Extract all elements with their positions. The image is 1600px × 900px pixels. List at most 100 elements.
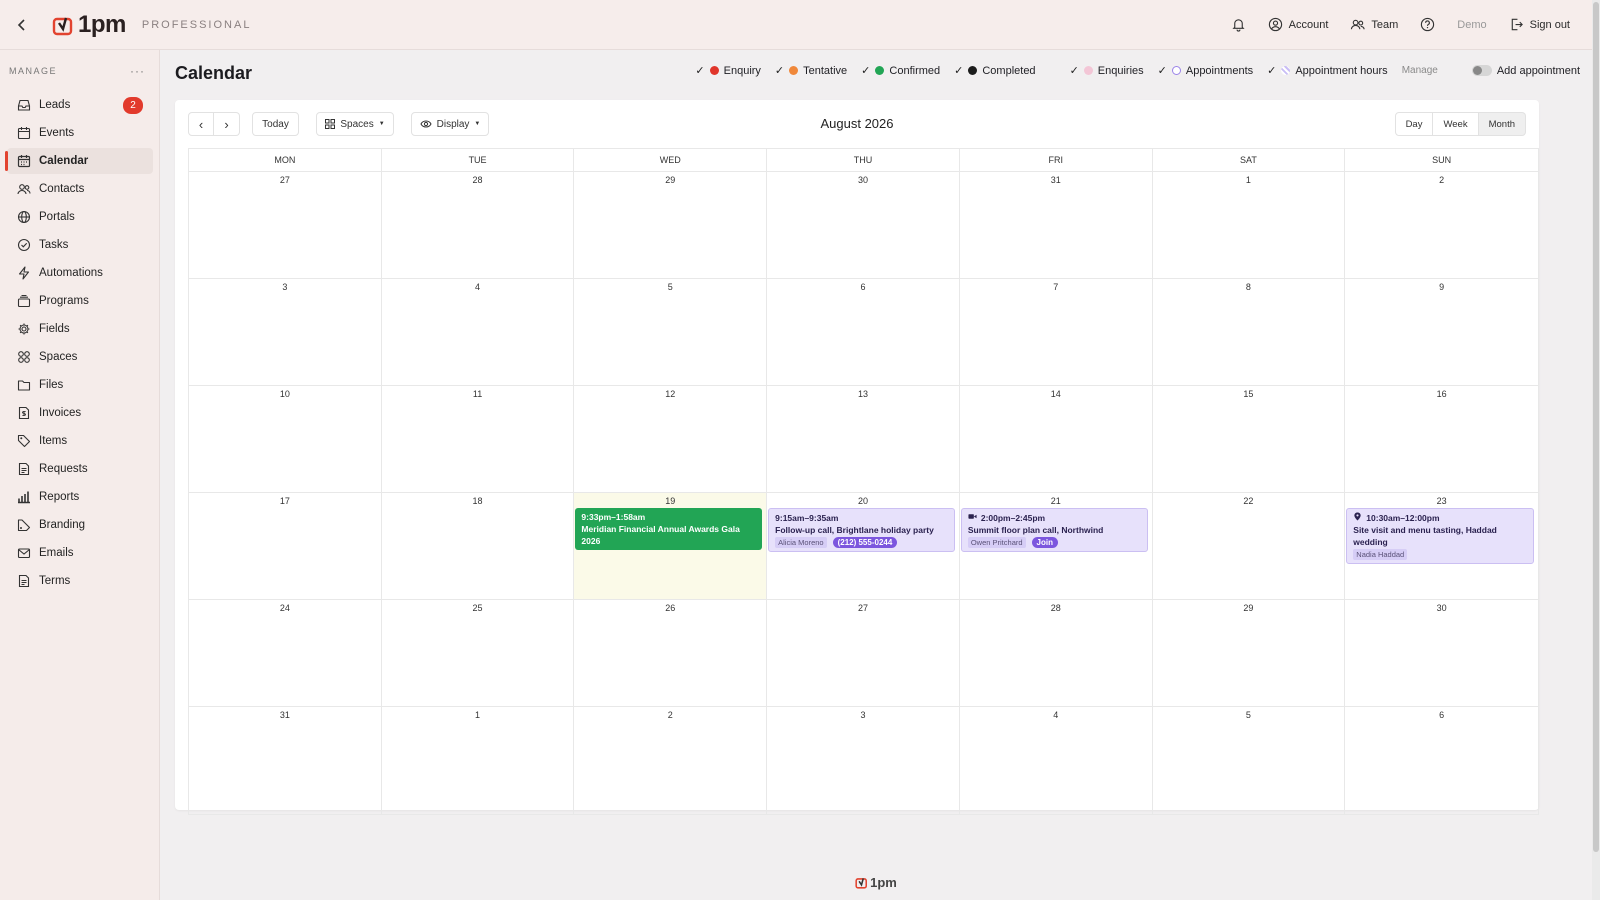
account-button[interactable]: Account (1268, 17, 1328, 32)
join-call-button[interactable]: Join (1031, 537, 1058, 548)
event-phone-button[interactable]: (212) 555-0244 (832, 537, 898, 548)
event-haddad-site-visit[interactable]: 10:30am–12:00pm Site visit and menu tasti… (1346, 508, 1534, 564)
calendar-day-cell[interactable]: 5 (1153, 707, 1346, 814)
back-button[interactable] (0, 0, 44, 50)
filter-enquiries[interactable]: ✓ Enquiries (1070, 64, 1144, 78)
demo-link[interactable]: Demo (1457, 19, 1486, 31)
filter-appointment-hours[interactable]: ✓ Appointment hours (1267, 64, 1388, 78)
sidebar-item-fields[interactable]: Fields (7, 316, 153, 342)
sidebar-item-automations[interactable]: Automations (7, 260, 153, 286)
sidebar-item-files[interactable]: Files (7, 372, 153, 398)
display-dropdown[interactable]: Display ▼ (411, 112, 489, 136)
calendar-day-cell[interactable]: 18 (382, 493, 575, 599)
calendar-day-cell[interactable]: 17 (189, 493, 382, 599)
manage-link[interactable]: Manage (1402, 65, 1438, 76)
calendar-day-cell[interactable]: 21 2:00pm–2:45pm Summit floor plan call, N… (960, 493, 1153, 599)
filter-tentative[interactable]: ✓ Tentative (775, 64, 847, 78)
sidebar-item-calendar[interactable]: Calendar (5, 148, 153, 174)
view-month-button[interactable]: Month (1478, 112, 1526, 136)
day-number: 10 (279, 389, 290, 399)
sidebar-item-programs[interactable]: Programs (7, 288, 153, 314)
today-button[interactable]: Today (252, 112, 299, 136)
calendar-day-cell[interactable]: 27 (189, 172, 382, 278)
calendar-day-cell[interactable]: 4 (960, 707, 1153, 814)
sidebar-item-terms[interactable]: Terms (7, 568, 153, 594)
layers-icon (17, 294, 31, 308)
calendar-day-cell[interactable]: 26 (574, 600, 768, 706)
sidebar-item-label: Invoices (39, 407, 82, 419)
calendar-day-cell[interactable]: 29 (574, 172, 768, 278)
sidebar-item-emails[interactable]: Emails (7, 540, 153, 566)
calendar-day-cell[interactable]: 1 (382, 707, 575, 814)
calendar-day-cell[interactable]: 23 10:30am–12:00pm Site visit and menu tas… (1345, 493, 1538, 599)
calendar-day-cell[interactable]: 2 (574, 707, 768, 814)
calendar-day-cell[interactable]: 28 (382, 172, 575, 278)
calendar-day-cell[interactable]: 6 (1345, 707, 1538, 814)
event-brightlane-followup[interactable]: 9:15am–9:35am Follow-up call, Brightlane … (768, 508, 955, 552)
calendar-day-cell[interactable]: 14 (960, 386, 1153, 492)
add-appointment-toggle-group[interactable]: Add appointment (1471, 65, 1580, 77)
calendar-day-cell[interactable]: 9 (1345, 279, 1538, 385)
help-button[interactable] (1420, 17, 1435, 32)
scrollbar-thumb[interactable] (1593, 2, 1599, 852)
calendar-day-cell[interactable]: 22 (1153, 493, 1346, 599)
calendar-day-cell[interactable]: 16 (1345, 386, 1538, 492)
check-circle-icon (17, 238, 31, 252)
sign-out-button[interactable]: Sign out (1509, 17, 1570, 32)
spaces-dropdown[interactable]: Spaces ▼ (316, 112, 394, 136)
calendar-day-cell[interactable]: 5 (574, 279, 768, 385)
calendar-day-cell[interactable]: 24 (189, 600, 382, 706)
calendar-day-cell[interactable]: 15 (1153, 386, 1346, 492)
calendar-day-cell[interactable]: 29 (1153, 600, 1346, 706)
calendar-day-cell[interactable]: 11 (382, 386, 575, 492)
event-meridian-gala[interactable]: 9:33pm–1:58am Meridian Financial Annual A… (575, 508, 763, 550)
event-summit-call[interactable]: 2:00pm–2:45pm Summit floor plan call, Nor… (960, 508, 1148, 552)
sidebar-item-requests[interactable]: Requests (7, 456, 153, 482)
day-number: 28 (1050, 603, 1061, 613)
calendar-day-cell[interactable]: 7 (960, 279, 1153, 385)
sidebar-more-button[interactable]: ··· (130, 64, 145, 78)
calendar-day-cell[interactable]: 28 (960, 600, 1153, 706)
sidebar-item-reports[interactable]: Reports (7, 484, 153, 510)
view-day-button[interactable]: Day (1394, 112, 1434, 136)
calendar-day-cell[interactable]: 30 (767, 172, 960, 278)
prev-month-button[interactable]: ‹ (188, 112, 214, 136)
calendar-day-cell[interactable]: 3 (189, 279, 382, 385)
filter-enquiry[interactable]: ✓ Enquiry (695, 64, 761, 78)
calendar-day-cell[interactable]: 31 (189, 707, 382, 814)
calendar-day-cell[interactable]: 1 (1153, 172, 1346, 278)
calendar-day-cell[interactable]: 10 (189, 386, 382, 492)
calendar-day-cell[interactable]: 27 (767, 600, 960, 706)
calendar-day-cell[interactable]: 31 (960, 172, 1153, 278)
sidebar-item-leads[interactable]: Leads 2 (7, 92, 153, 118)
calendar-day-cell[interactable]: 8 (1153, 279, 1346, 385)
sidebar-item-branding[interactable]: Branding (7, 512, 153, 538)
sidebar-item-tasks[interactable]: Tasks (7, 232, 153, 258)
sidebar-item-events[interactable]: Events (7, 120, 153, 146)
next-month-button[interactable]: › (214, 112, 240, 136)
team-button[interactable]: Team (1350, 17, 1398, 32)
add-appointment-toggle[interactable] (1471, 65, 1492, 76)
calendar-day-cell[interactable]: 25 (382, 600, 575, 706)
sidebar-item-invoices[interactable]: Invoices (7, 400, 153, 426)
calendar-day-cell[interactable]: 30 (1345, 600, 1538, 706)
filter-confirmed[interactable]: ✓ Confirmed (861, 64, 940, 78)
page-scrollbar[interactable] (1592, 0, 1600, 900)
calendar-day-cell[interactable]: 13 (767, 386, 960, 492)
sidebar-item-contacts[interactable]: Contacts (7, 176, 153, 202)
sidebar-item-items[interactable]: Items (7, 428, 153, 454)
calendar-day-cell[interactable]: 12 (574, 386, 768, 492)
calendar-day-cell[interactable]: 19 9:33pm–1:58am Meridian Financial Annual… (574, 493, 768, 599)
calendar-day-cell[interactable]: 6 (767, 279, 960, 385)
sidebar-item-portals[interactable]: Portals (7, 204, 153, 230)
calendar-day-cell[interactable]: 3 (767, 707, 960, 814)
sidebar-item-spaces[interactable]: Spaces (7, 344, 153, 370)
brand-logo[interactable]: 1pm (52, 11, 126, 39)
filter-appointments[interactable]: ✓ Appointments (1158, 64, 1253, 78)
view-week-button[interactable]: Week (1433, 112, 1479, 136)
calendar-day-cell[interactable]: 4 (382, 279, 575, 385)
calendar-day-cell[interactable]: 20 9:15am–9:35am Follow-up call, Brightlan… (767, 493, 960, 599)
calendar-day-cell[interactable]: 2 (1345, 172, 1538, 278)
notifications-button[interactable] (1231, 17, 1246, 32)
filter-completed[interactable]: ✓ Completed (954, 64, 1035, 78)
